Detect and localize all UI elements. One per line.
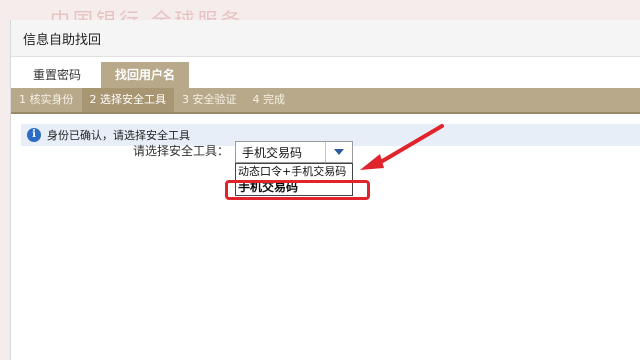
security-tool-label: 请选择安全工具： bbox=[133, 144, 230, 158]
annotation-arrow-icon bbox=[360, 124, 444, 170]
window-title: 信息自助找回 bbox=[23, 32, 102, 48]
annotation-highlight-box bbox=[225, 180, 370, 200]
step-select-security-tool: 2 选择安全工具 bbox=[81, 88, 174, 112]
step-bar: 1 核实身份 2 选择安全工具 3 安全验证 4 完成 bbox=[11, 88, 640, 114]
step-security-verification: 3 安全验证 bbox=[182, 93, 237, 106]
select-value: 手机交易码 bbox=[242, 145, 303, 160]
chevron-down-icon[interactable] bbox=[325, 142, 352, 162]
info-message: 身份已确认，请选择安全工具 bbox=[47, 129, 190, 142]
info-icon: i bbox=[27, 128, 41, 142]
step-verify-identity: 1 核实身份 bbox=[19, 93, 74, 106]
option-dynamic-token-sms[interactable]: 动态口令+手机交易码 bbox=[236, 164, 352, 179]
step-complete: 4 完成 bbox=[252, 93, 286, 106]
tab-reset-password[interactable]: 重置密码 bbox=[19, 62, 96, 88]
tab-retrieve-username[interactable]: 找回用户名 bbox=[101, 62, 190, 88]
security-tool-select[interactable]: 手机交易码 bbox=[235, 141, 353, 163]
tab-bar: 重置密码 找回用户名 bbox=[19, 62, 195, 88]
window-titlebar: 信息自助找回 bbox=[11, 20, 640, 57]
